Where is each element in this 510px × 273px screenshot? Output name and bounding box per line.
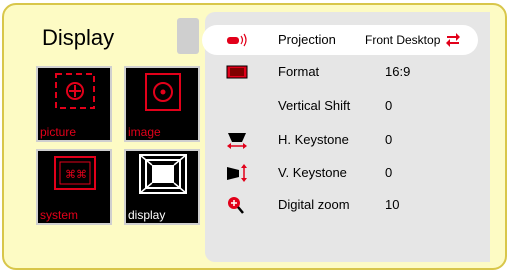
menu-tile-display[interactable]: display <box>124 149 200 225</box>
setting-row-digital-zoom[interactable]: Digital zoom 10 <box>205 190 490 220</box>
svg-text:⌘: ⌘ <box>76 168 87 181</box>
menu-tile-picture[interactable]: picture <box>36 66 112 142</box>
svg-text:⌘: ⌘ <box>65 168 76 181</box>
setting-label: H. Keystone <box>278 132 349 147</box>
setting-value: 0 <box>385 132 393 147</box>
zoom-icon <box>228 197 244 214</box>
setting-label: Digital zoom <box>278 197 350 212</box>
menu-tab-notch <box>177 18 199 54</box>
setting-value: 0 <box>385 98 393 113</box>
format-icon <box>226 65 248 79</box>
setting-label: Vertical Shift <box>278 98 351 113</box>
menu-tile-system[interactable]: ⌘ ⌘ system <box>36 149 112 225</box>
setting-value: 16:9 <box>385 64 411 79</box>
setting-row-h-keystone[interactable]: H. Keystone 0 <box>205 125 490 155</box>
setting-label: V. Keystone <box>278 165 347 180</box>
settings-panel: Projection Front Desktop Format 16:9 Ver… <box>202 12 490 262</box>
setting-row-projection[interactable]: Projection Front Desktop <box>205 25 490 55</box>
setting-value: Front Desktop <box>365 33 441 47</box>
menu-tile-image[interactable]: image <box>124 66 200 142</box>
setting-row-vertical-shift[interactable]: Vertical Shift 0 <box>205 91 490 121</box>
setting-row-v-keystone[interactable]: V. Keystone 0 <box>205 158 490 188</box>
setting-row-format[interactable]: Format 16:9 <box>205 57 490 87</box>
projection-icon <box>227 33 247 47</box>
v-keystone-icon <box>227 164 247 182</box>
menu-tile-label: image <box>128 125 161 139</box>
setting-value: 10 <box>385 197 400 212</box>
setting-label: Projection <box>278 32 336 47</box>
menu-tile-label: display <box>128 208 166 222</box>
swap-arrows-icon[interactable] <box>445 32 461 48</box>
menu-tile-label: system <box>40 208 79 222</box>
h-keystone-icon <box>227 133 247 149</box>
setting-value: 0 <box>385 165 393 180</box>
page-title: Display <box>42 25 115 50</box>
menu-tile-label: picture <box>40 125 77 139</box>
setting-label: Format <box>278 64 320 79</box>
